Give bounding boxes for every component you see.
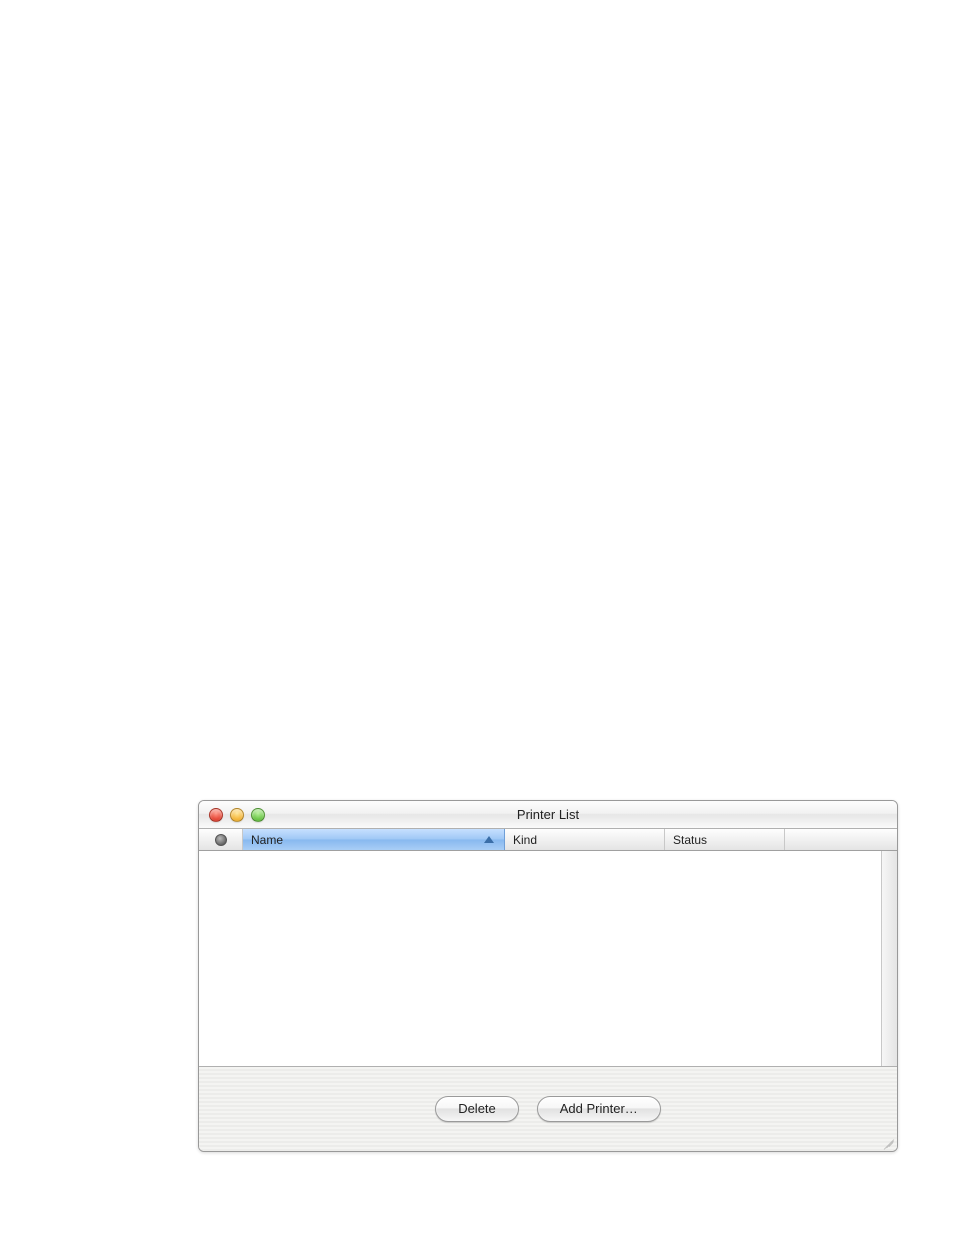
doc-link-5[interactable]: [108, 440, 218, 454]
column-label: Status: [673, 833, 707, 847]
resize-grip[interactable]: [880, 1134, 894, 1148]
printer-list-body[interactable]: [199, 851, 897, 1067]
column-header-kind[interactable]: Kind: [505, 829, 665, 850]
add-printer-button[interactable]: Add Printer…: [537, 1096, 661, 1122]
doc-link-4[interactable]: [108, 414, 244, 428]
column-header-name[interactable]: Name: [243, 829, 505, 850]
printer-list-window: Printer List Name Kind Status Delete Add…: [198, 800, 898, 1152]
vertical-scrollbar[interactable]: [881, 851, 897, 1066]
delete-button[interactable]: Delete: [435, 1096, 519, 1122]
minimize-window-button[interactable]: [230, 808, 244, 822]
zoom-window-button[interactable]: [251, 808, 265, 822]
column-header-spacer: [785, 829, 897, 850]
sort-ascending-icon: [484, 836, 494, 843]
window-title: Printer List: [199, 807, 897, 822]
window-titlebar[interactable]: Printer List: [199, 801, 897, 829]
column-header-status[interactable]: Status: [665, 829, 785, 850]
window-footer: Delete Add Printer…: [199, 1067, 897, 1151]
default-printer-icon: [215, 834, 227, 846]
doc-link-2[interactable]: [296, 215, 342, 229]
traffic-lights: [199, 808, 265, 822]
doc-link-1[interactable]: [237, 215, 267, 229]
column-header-default[interactable]: [199, 829, 243, 850]
close-window-button[interactable]: [209, 808, 223, 822]
column-label: Name: [251, 833, 283, 847]
doc-link-3[interactable]: [163, 279, 523, 293]
column-label: Kind: [513, 833, 537, 847]
table-header-row: Name Kind Status: [199, 829, 897, 851]
